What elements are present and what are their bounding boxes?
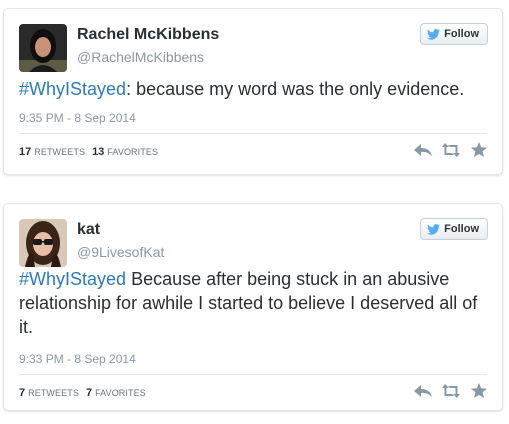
tweet-card: Rachel McKibbens @RachelMcKibbens Follow… [3, 8, 503, 175]
favorites-stat[interactable]: 7 FAVORITES [86, 387, 146, 399]
tweet-stats: 7 RETWEETS 7 FAVORITES [19, 387, 146, 399]
timestamp[interactable]: 9:35 PM - 8 Sep 2014 [19, 111, 136, 125]
retweets-count: 7 [19, 387, 26, 399]
retweets-count: 17 [19, 146, 32, 158]
hashtag-link[interactable]: #WhyIStayed [19, 269, 126, 289]
favorites-stat[interactable]: 13 FAVORITES [92, 146, 158, 158]
retweets-label: RETWEETS [28, 388, 79, 398]
favorites-label: FAVORITES [107, 147, 159, 157]
reply-icon[interactable] [414, 142, 432, 158]
retweet-icon[interactable] [442, 142, 460, 158]
twitter-bird-icon [427, 223, 441, 235]
retweets-stat[interactable]: 7 RETWEETS [19, 387, 79, 399]
divider [19, 374, 487, 375]
tweet-text: #WhyIStayed Because after being stuck in… [19, 267, 486, 339]
tweet-text: #WhyIStayed: because my word was the onl… [19, 77, 486, 101]
favorites-label: FAVORITES [95, 388, 146, 398]
avatar[interactable] [19, 24, 67, 72]
follow-label: Follow [444, 28, 479, 40]
tweet-actions [414, 383, 488, 399]
tweet-body: : because my word was the only evidence. [126, 79, 465, 99]
tweet-actions [414, 142, 488, 158]
tweet-stats: 17 RETWEETS 13 FAVORITES [19, 146, 158, 158]
retweet-icon[interactable] [442, 383, 460, 399]
follow-button[interactable]: Follow [420, 23, 488, 45]
favorite-star-icon[interactable] [470, 383, 488, 399]
favorites-count: 13 [92, 146, 105, 158]
tweet-card: kat @9LivesofKat Follow #WhyIStayed Beca… [3, 203, 503, 411]
follow-label: Follow [444, 223, 479, 235]
avatar[interactable] [19, 219, 67, 267]
user-display-name[interactable]: Rachel McKibbens [77, 26, 219, 44]
user-handle[interactable]: @RachelMcKibbens [77, 49, 204, 65]
retweets-stat[interactable]: 17 RETWEETS [19, 146, 85, 158]
favorite-star-icon[interactable] [470, 142, 488, 158]
reply-icon[interactable] [414, 383, 432, 399]
follow-button[interactable]: Follow [420, 218, 488, 240]
twitter-bird-icon [427, 28, 441, 40]
retweets-label: RETWEETS [34, 147, 86, 157]
timestamp[interactable]: 9:33 PM - 8 Sep 2014 [19, 352, 136, 366]
hashtag-link[interactable]: #WhyIStayed [19, 79, 126, 99]
user-handle[interactable]: @9LivesofKat [77, 244, 164, 260]
divider [19, 133, 487, 134]
user-display-name[interactable]: kat [77, 221, 100, 239]
favorites-count: 7 [85, 387, 93, 399]
